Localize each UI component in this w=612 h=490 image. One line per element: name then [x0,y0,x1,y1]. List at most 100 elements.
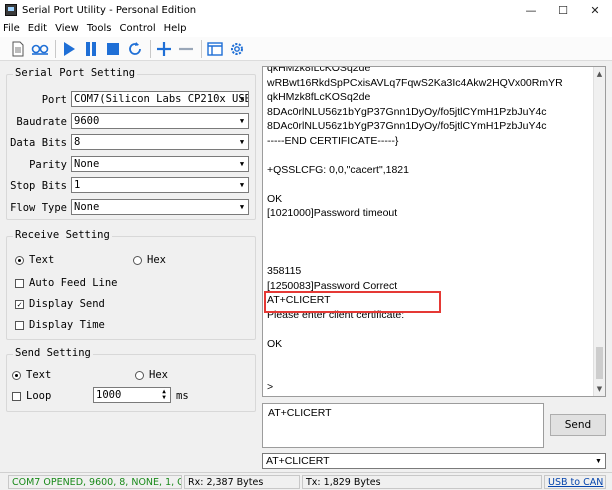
chevron-down-icon: ▼ [595,457,602,465]
send-text-radio[interactable]: Text [12,369,51,381]
auto-feed-line-label: Auto Feed Line [29,277,118,289]
tx-count: Tx: 1,829 Bytes [302,475,542,489]
baudrate-value: 9600 [74,115,100,127]
menu-edit[interactable]: Edit [24,23,51,34]
receive-line [267,177,591,192]
display-send-checkbox[interactable]: ✓ Display Send [15,298,105,310]
receive-line [267,395,591,397]
menu-file[interactable]: File [0,23,24,34]
close-button[interactable]: ✕ [580,0,610,20]
loop-icon[interactable] [30,39,50,59]
receive-text-radio[interactable]: Text [15,254,54,266]
scroll-down-icon[interactable]: ▼ [594,383,605,395]
gear-icon[interactable] [227,39,247,59]
radio-selected-icon [15,255,24,265]
receive-line: qkHMzk8fLcKOSq2de [267,66,371,74]
port-select[interactable]: COM7(Silicon Labs CP210x USB ▼ [71,91,249,107]
data-bits-select[interactable]: 8 ▼ [71,134,249,150]
display-time-label: Display Time [29,319,105,331]
parity-label: Parity [29,159,67,171]
scrollbar-thumb[interactable] [596,347,603,379]
parity-select[interactable]: None ▼ [71,156,249,172]
receive-setting-group: Receive Setting Text Hex Auto Feed Line … [6,229,256,340]
baudrate-label: Baudrate [16,116,67,128]
pause-icon[interactable] [81,39,101,59]
rx-count: Rx: 2,387 Bytes [184,475,300,489]
menu-bar: File Edit View Tools Control Help [0,20,612,37]
send-hex-radio[interactable]: Hex [135,369,168,381]
stop-bits-value: 1 [74,179,81,191]
menu-control[interactable]: Control [115,23,159,34]
receive-line: > [267,381,274,393]
window-title: Serial Port Utility - Personal Edition [22,4,197,16]
receive-hex-radio[interactable]: Hex [133,254,166,266]
parity-value: None [74,158,100,170]
send-history-select[interactable]: AT+CLICERT ▼ [262,453,606,469]
stop-icon[interactable] [103,39,123,59]
receive-setting-title: Receive Setting [13,229,112,241]
radio-unselected-icon [133,255,142,265]
toolbar-separator [201,39,202,58]
serial-port-setting-title: Serial Port Setting [13,67,138,79]
loop-interval-spinner[interactable]: 1000 ▲ ▼ [93,387,171,403]
receive-content: qkHMzk8fLcKOSq2de wRBwt16RkdSpPCxisAVLq7F… [267,66,591,397]
menu-tools[interactable]: Tools [83,23,116,34]
auto-feed-line-checkbox[interactable]: Auto Feed Line [15,277,118,289]
send-setting-title: Send Setting [13,347,93,359]
scroll-up-icon[interactable]: ▲ [594,68,605,80]
receive-line [267,351,591,366]
receive-line: 358115 [267,265,302,277]
toolbar-separator [55,39,56,58]
receive-line: OK [267,192,283,205]
loop-unit: ms [176,390,189,402]
port-value: COM7(Silicon Labs CP210x USB [74,93,249,105]
serial-port-setting-group: Serial Port Setting Port COM7(Silicon La… [6,67,256,220]
maximize-button[interactable]: ☐ [548,0,578,20]
chevron-down-icon: ▼ [239,95,245,103]
send-text-label: Text [26,369,52,381]
usb-to-can-link[interactable]: USB to CAN [544,475,606,489]
minus-icon[interactable] [176,39,196,59]
file-icon[interactable] [8,39,28,59]
receive-line: [1021000]Password timeout [267,207,398,219]
send-setting-group: Send Setting Text Hex Loop 1000 ▲ ▼ ms [6,347,256,412]
refresh-icon[interactable] [125,39,145,59]
minimize-button[interactable]: — [516,0,546,20]
receive-textarea[interactable]: qkHMzk8fLcKOSq2de wRBwt16RkdSpPCxisAVLq7F… [262,66,606,397]
chevron-down-icon: ▼ [239,117,245,125]
receive-line: +QSSLCFG: 0,0,"cacert",1821 [267,163,409,176]
receive-scrollbar[interactable]: ▲ ▼ [593,67,605,396]
display-time-checkbox[interactable]: Display Time [15,319,105,331]
stop-bits-select[interactable]: 1 ▼ [71,177,249,193]
menu-view[interactable]: View [51,23,83,34]
title-bar: Serial Port Utility - Personal Edition —… [0,0,612,20]
play-icon[interactable] [59,39,79,59]
receive-line [267,366,591,381]
receive-line: -----END CERTIFICATE-----} [267,134,399,147]
window-icon[interactable] [205,39,225,59]
receive-line [267,148,591,163]
baudrate-select[interactable]: 9600 ▼ [71,113,249,129]
checkbox-unchecked-icon [15,320,24,330]
send-button[interactable]: Send [550,414,606,436]
receive-text-label: Text [29,254,55,266]
plus-icon[interactable] [154,39,174,59]
receive-line: qkHMzk8fLcKOSq2de [267,91,371,103]
toolbar [0,37,612,61]
send-hex-label: Hex [149,369,168,381]
radio-selected-icon [12,370,21,380]
receive-line: 8DAc0rlNLU56z1bYgP37Gnn1DyOy/fo5jtlCYmH1… [267,120,547,132]
loop-checkbox[interactable]: Loop [12,390,51,402]
loop-interval-value: 1000 [96,389,122,401]
data-bits-value: 8 [74,136,81,148]
chevron-down-icon: ▼ [239,160,245,168]
flow-type-select[interactable]: None ▼ [71,199,249,215]
send-textarea-value: AT+CLICERT [268,407,332,419]
loop-label: Loop [26,390,52,402]
port-status: COM7 OPENED, 9600, 8, NONE, 1, OFF [8,475,182,489]
chevron-down-icon: ▼ [239,138,245,146]
flow-type-label: Flow Type [10,202,67,214]
spinner-arrows-icon: ▲ ▼ [162,388,166,401]
send-textarea[interactable]: AT+CLICERT [262,403,544,448]
menu-help[interactable]: Help [160,23,191,34]
